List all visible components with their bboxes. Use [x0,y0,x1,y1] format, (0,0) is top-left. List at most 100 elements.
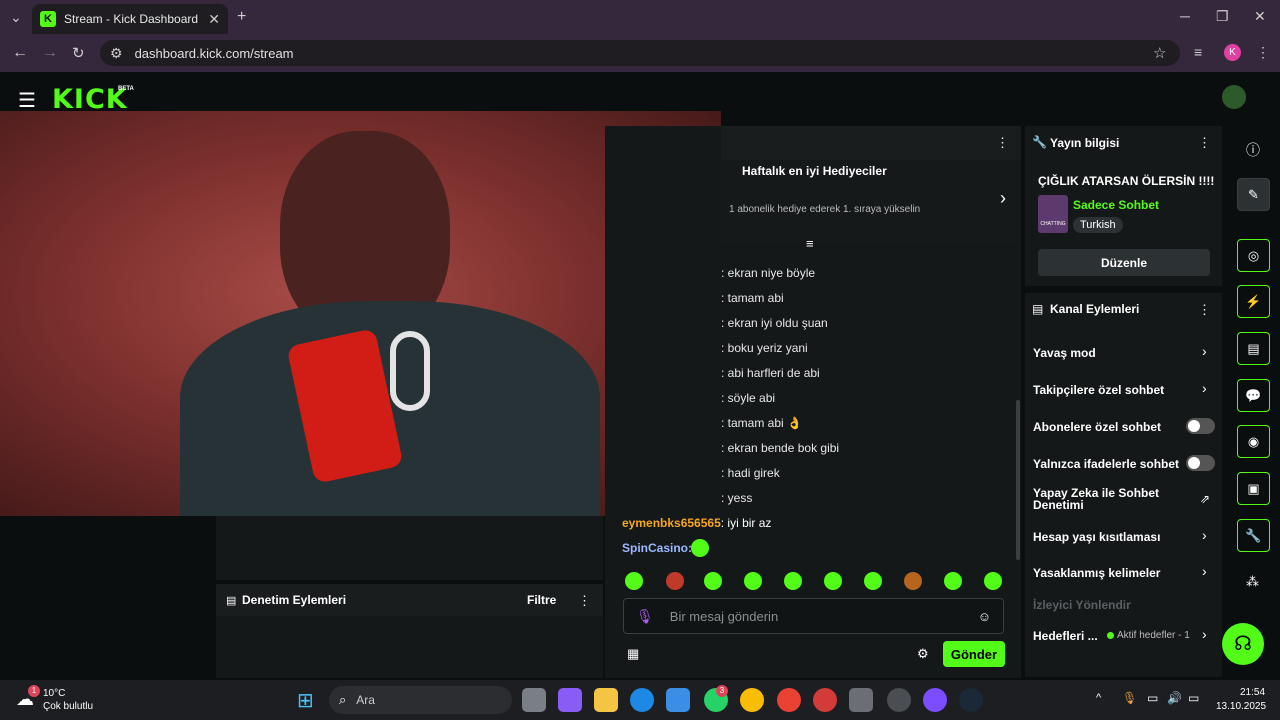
chat-more-icon[interactable]: ⋮ [996,135,1009,151]
tools-icon[interactable]: 🔧 [1237,519,1270,552]
emote-icon[interactable] [704,572,722,590]
close-window-icon[interactable]: ✕ [1254,8,1266,25]
headphones [390,331,430,411]
video-layout-icon[interactable]: ▣ [1237,472,1270,505]
info-icon[interactable]: ⓘ [1246,140,1260,160]
chevron-right-icon[interactable]: › [1202,380,1207,396]
emotes-only-toggle[interactable] [1186,455,1215,471]
lightning-icon[interactable]: ⚡ [1237,285,1270,318]
moderation-more-icon[interactable]: ⋮ [578,593,591,609]
emote-icon[interactable] [904,572,922,590]
bookmark-star-icon[interactable]: ☆ [1153,44,1166,62]
chat-bubble-icon[interactable]: 💬 [1237,379,1270,412]
profile-avatar[interactable]: K [1224,44,1241,61]
chevron-right-icon[interactable]: › [1202,563,1207,579]
document-icon[interactable]: ▤ [1237,332,1270,365]
emote-icon[interactable] [666,572,684,590]
ai-moderation-item[interactable]: Yapay Zeka ile Sohbet Denetimi [1033,487,1183,511]
app-red-icon[interactable] [813,688,837,712]
filter-button[interactable]: Filtre [527,593,556,607]
emote-icon[interactable] [744,572,762,590]
site-info-icon[interactable]: ⚙ [110,45,123,62]
reload-icon[interactable]: ↻ [72,44,85,62]
subs-only-label: Abonelere özel sohbet [1033,420,1162,434]
store-taskbar-icon[interactable] [666,688,690,712]
apps-icon[interactable]: ⁂ [1246,574,1259,590]
browser-menu-icon[interactable]: ⋮ [1256,44,1270,61]
obs-icon[interactable] [887,688,911,712]
followers-only-item[interactable]: Takipçilere özel sohbet [1033,383,1164,397]
language-badge: Turkish [1073,217,1123,233]
capture-icon[interactable]: ◎ [1237,239,1270,272]
chevron-right-icon[interactable]: › [1202,626,1207,642]
temperature: 10°C [43,688,66,699]
tray-chevron-icon[interactable]: ^ [1096,692,1101,704]
gifters-next-icon[interactable]: › [1000,188,1006,209]
file-explorer-icon[interactable] [594,688,618,712]
category-link[interactable]: Sadece Sohbet [1073,198,1159,212]
slow-mode-item[interactable]: Yavaş mod [1033,346,1096,360]
chat-username[interactable]: SpinCasino: [622,541,692,555]
chrome-profile-icon[interactable] [777,688,801,712]
volume-icon[interactable]: 🔊 [1167,691,1182,705]
banned-words-item[interactable]: Yasaklanmış kelimeler [1033,566,1160,580]
emote-icon[interactable] [984,572,1002,590]
search-label: Ara [356,693,375,707]
emote-icon[interactable] [944,572,962,590]
chevron-right-icon[interactable]: › [1202,343,1207,359]
clock-date[interactable]: 13.10.2025 [1216,701,1266,712]
subs-only-toggle[interactable] [1186,418,1215,434]
browser-tab[interactable]: K Stream - Kick Dashboard ✕ [32,4,228,34]
store-icon[interactable]: ▦ [627,646,639,662]
emote-icon[interactable] [824,572,842,590]
account-age-item[interactable]: Hesap yaşı kısıtlaması [1033,530,1160,544]
emote-icon[interactable] [864,572,882,590]
network-icon[interactable]: ▭ [1147,691,1158,705]
steam-icon[interactable] [959,688,983,712]
chat-username[interactable]: eymenbks656565 [622,516,721,530]
windows-start-icon[interactable]: ⊞ [297,688,314,713]
tab-close-icon[interactable]: ✕ [208,11,220,28]
taskbar-search[interactable]: ⌕ Ara [329,686,512,714]
channel-actions-more-icon[interactable]: ⋮ [1198,302,1211,318]
chat-collapse-icon[interactable]: ≡ [806,236,814,251]
weather-text: Çok bulutlu [43,701,94,712]
emote-icon[interactable] [784,572,802,590]
tray-mic-icon[interactable]: 🎙 [1122,691,1137,705]
minimize-icon[interactable]: ─ [1180,8,1190,24]
new-tab-icon[interactable]: + [237,8,246,26]
emote-icon[interactable] [625,572,643,590]
url-field[interactable]: ⚙ dashboard.kick.com/stream [100,40,1180,66]
task-view-icon[interactable] [522,688,546,712]
gifters-subtitle: 1 abonelik hediye ederek 1. sıraya yükse… [729,204,921,215]
forward-icon[interactable]: → [42,44,58,62]
broadcast-icon[interactable]: ◉ [1237,425,1270,458]
maximize-icon[interactable]: ❐ [1216,8,1229,25]
edit-pencil-icon[interactable]: ✎ [1237,178,1270,211]
tab-search-icon[interactable]: ⌄ [10,9,22,26]
app-gray-icon[interactable] [849,688,873,712]
chat-message-casino: SpinCasino: [622,541,692,555]
support-headset-icon[interactable]: ☊ [1222,623,1264,665]
emoji-icon[interactable]: ☺ [978,609,991,624]
copilot-icon[interactable] [558,688,582,712]
send-button[interactable]: Gönder [943,641,1005,667]
media-control-icon[interactable]: ≡ [1194,44,1202,60]
edge-icon[interactable] [630,688,654,712]
back-icon[interactable]: ← [12,44,28,62]
chat-scrollbar[interactable] [1016,400,1020,560]
chrome-icon[interactable] [740,688,764,712]
chevron-right-icon[interactable]: › [1202,527,1207,543]
microphone-icon[interactable]: 🎙 [636,608,654,625]
edit-button[interactable]: Düzenle [1038,249,1210,276]
clock-time[interactable]: 21:54 [1240,687,1265,698]
chat-settings-icon[interactable]: ⚙ [917,646,929,662]
chat-input[interactable]: 🎙 Bir mesaj gönderin ☺ [623,598,1004,634]
goals-item[interactable]: Hedefleri ... [1033,629,1098,643]
battery-icon[interactable]: ▭ [1188,691,1199,705]
hamburger-menu-icon[interactable]: ☰ [18,88,36,113]
stream-info-more-icon[interactable]: ⋮ [1198,135,1211,151]
user-avatar[interactable] [1222,85,1246,109]
app-purple-icon[interactable] [923,688,947,712]
external-link-icon[interactable]: ⇗ [1200,492,1210,506]
